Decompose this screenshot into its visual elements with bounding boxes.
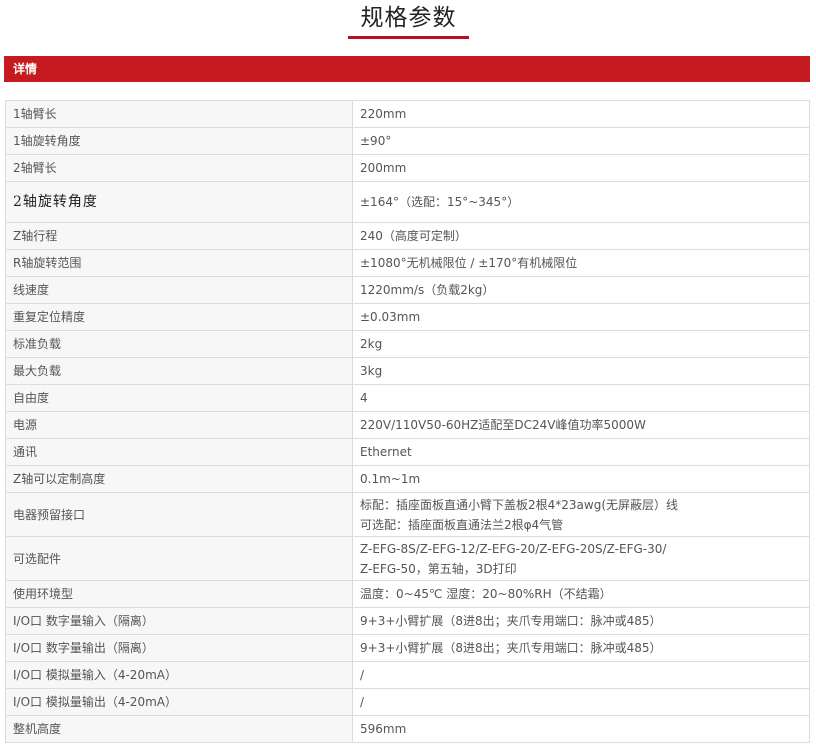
spec-key: I/O口 模拟量输出（4-20mA） bbox=[5, 688, 353, 716]
spec-table: 1轴臂长 220mm 1轴旋转角度 ±90° 2轴臂长 200mm 2轴旋转角度… bbox=[5, 100, 810, 743]
spec-key: 2轴臂长 bbox=[5, 154, 353, 182]
spec-value: 标配：插座面板直通小臂下盖板2根4*23awg(无屏蔽层）线 可选配：插座面板直… bbox=[352, 492, 810, 537]
table-row: I/O口 模拟量输入（4-20mA） / bbox=[5, 661, 810, 689]
spec-key: 电源 bbox=[5, 411, 353, 439]
spec-key: 使用环境型 bbox=[5, 580, 353, 608]
spec-value: ±90° bbox=[352, 127, 810, 155]
spec-key: Z轴可以定制高度 bbox=[5, 465, 353, 493]
spec-key: 最大负载 bbox=[5, 357, 353, 385]
spec-value: 220V/110V50-60HZ适配至DC24V峰值功率5000W bbox=[352, 411, 810, 439]
table-row: 1轴臂长 220mm bbox=[5, 100, 810, 128]
spec-key: 整机高度 bbox=[5, 715, 353, 743]
spec-value: Z-EFG-8S/Z-EFG-12/Z-EFG-20/Z-EFG-20S/Z-E… bbox=[352, 536, 810, 581]
spec-value: 4 bbox=[352, 384, 810, 412]
spec-value: 240（高度可定制） bbox=[352, 222, 810, 250]
spec-value: ±0.03mm bbox=[352, 303, 810, 331]
spec-key: 自由度 bbox=[5, 384, 353, 412]
spec-key: 标准负载 bbox=[5, 330, 353, 358]
details-section-header: 详情 bbox=[4, 56, 810, 82]
page-header: 规格参数 bbox=[0, 0, 816, 40]
table-row: 线速度 1220mm/s（负载2kg） bbox=[5, 276, 810, 304]
table-row: 2轴臂长 200mm bbox=[5, 154, 810, 182]
spec-value: Ethernet bbox=[352, 438, 810, 466]
spec-key: R轴旋转范围 bbox=[5, 249, 353, 277]
table-row: 标准负载 2kg bbox=[5, 330, 810, 358]
spec-value: 1220mm/s（负载2kg） bbox=[352, 276, 810, 304]
spec-value: ±1080°无机械限位 / ±170°有机械限位 bbox=[352, 249, 810, 277]
spec-key: 1轴臂长 bbox=[5, 100, 353, 128]
spec-value: 2kg bbox=[352, 330, 810, 358]
table-row: 1轴旋转角度 ±90° bbox=[5, 127, 810, 155]
spec-value: 温度：0~45℃ 湿度：20~80%RH（不结霜） bbox=[352, 580, 810, 608]
title-underline bbox=[348, 36, 469, 39]
table-row: 使用环境型 温度：0~45℃ 湿度：20~80%RH（不结霜） bbox=[5, 580, 810, 608]
table-row: Z轴可以定制高度 0.1m~1m bbox=[5, 465, 810, 493]
spec-value: / bbox=[352, 661, 810, 689]
table-row: I/O口 模拟量输出（4-20mA） / bbox=[5, 688, 810, 716]
spec-value: 220mm bbox=[352, 100, 810, 128]
table-row: 通讯 Ethernet bbox=[5, 438, 810, 466]
spec-key: 重复定位精度 bbox=[5, 303, 353, 331]
table-row: 2轴旋转角度 ±164°（选配：15°~345°） bbox=[5, 181, 810, 223]
spec-value: 9+3+小臂扩展（8进8出；夹爪专用端口：脉冲或485） bbox=[352, 634, 810, 662]
spec-value: 596mm bbox=[352, 715, 810, 743]
spec-value: 9+3+小臂扩展（8进8出；夹爪专用端口：脉冲或485） bbox=[352, 607, 810, 635]
spec-key: I/O口 数字量输出（隔离） bbox=[5, 634, 353, 662]
spec-key: 2轴旋转角度 bbox=[5, 181, 353, 223]
spec-value-line: 标配：插座面板直通小臂下盖板2根4*23awg(无屏蔽层）线 bbox=[360, 497, 679, 512]
table-row: 电源 220V/110V50-60HZ适配至DC24V峰值功率5000W bbox=[5, 411, 810, 439]
spec-key: Z轴行程 bbox=[5, 222, 353, 250]
table-row: I/O口 数字量输出（隔离） 9+3+小臂扩展（8进8出；夹爪专用端口：脉冲或4… bbox=[5, 634, 810, 662]
page-title: 规格参数 bbox=[360, 5, 457, 31]
table-row: R轴旋转范围 ±1080°无机械限位 / ±170°有机械限位 bbox=[5, 249, 810, 277]
spec-value: 0.1m~1m bbox=[352, 465, 810, 493]
spec-value-line: Z-EFG-8S/Z-EFG-12/Z-EFG-20/Z-EFG-20S/Z-E… bbox=[360, 541, 667, 556]
table-row: 自由度 4 bbox=[5, 384, 810, 412]
table-row: I/O口 数字量输入（隔离） 9+3+小臂扩展（8进8出；夹爪专用端口：脉冲或4… bbox=[5, 607, 810, 635]
table-row: Z轴行程 240（高度可定制） bbox=[5, 222, 810, 250]
table-row: 可选配件 Z-EFG-8S/Z-EFG-12/Z-EFG-20/Z-EFG-20… bbox=[5, 536, 810, 581]
spec-key: I/O口 模拟量输入（4-20mA） bbox=[5, 661, 353, 689]
table-row: 最大负载 3kg bbox=[5, 357, 810, 385]
spec-value: 3kg bbox=[352, 357, 810, 385]
spec-value-line: 可选配：插座面板直通法兰2根φ4气管 bbox=[360, 517, 564, 532]
table-row: 重复定位精度 ±0.03mm bbox=[5, 303, 810, 331]
table-row: 电器预留接口 标配：插座面板直通小臂下盖板2根4*23awg(无屏蔽层）线 可选… bbox=[5, 492, 810, 537]
spec-value: 200mm bbox=[352, 154, 810, 182]
spec-key: 线速度 bbox=[5, 276, 353, 304]
spec-key: I/O口 数字量输入（隔离） bbox=[5, 607, 353, 635]
spec-key: 可选配件 bbox=[5, 536, 353, 581]
spec-key: 通讯 bbox=[5, 438, 353, 466]
spec-value: ±164°（选配：15°~345°） bbox=[352, 181, 810, 223]
spec-key: 电器预留接口 bbox=[5, 492, 353, 537]
spec-key: 1轴旋转角度 bbox=[5, 127, 353, 155]
spec-value-line: Z-EFG-50，第五轴，3D打印 bbox=[360, 561, 517, 576]
table-row: 整机高度 596mm bbox=[5, 715, 810, 743]
spec-key-text: 2轴旋转角度 bbox=[13, 194, 98, 210]
spec-value: / bbox=[352, 688, 810, 716]
